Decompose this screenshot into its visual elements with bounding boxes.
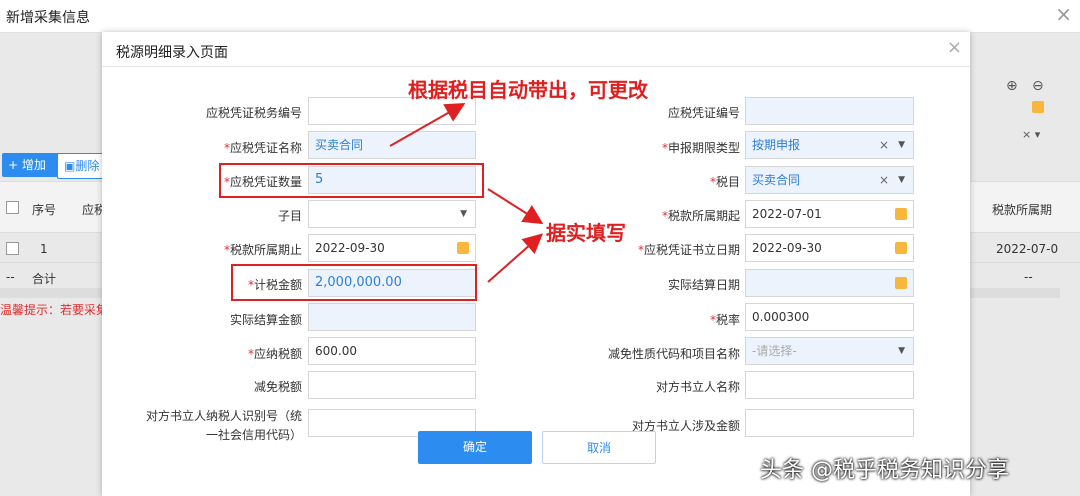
watermark: 头条 @税乎税务知识分享 [760, 458, 1009, 483]
arrow-to-quantity [487, 188, 544, 225]
arrow-to-amount [487, 233, 543, 283]
arrow-to-voucher-name [389, 103, 466, 147]
annotation-arrows [389, 103, 544, 283]
